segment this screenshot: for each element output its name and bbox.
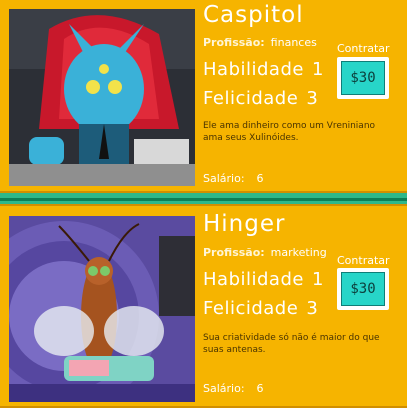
card-separator: [0, 193, 407, 204]
profession-line: Profissão: marketing: [203, 246, 327, 259]
candidate-name: Caspitol: [203, 2, 304, 28]
candidate-card-caspitol: Caspitol Profissão: finances Habilidade 1 …: [0, 0, 407, 193]
happiness-value: 3: [306, 88, 319, 109]
skill-label: Habilidade: [203, 59, 304, 80]
happiness-label: Felicidade: [203, 298, 299, 319]
skill-line: Habilidade 1: [203, 269, 324, 290]
happiness-line: Felicidade 3: [203, 88, 318, 109]
profession-label: Profissão:: [203, 246, 265, 259]
candidate-description: Ele ama dinheiro como um Vreniniano ama …: [203, 121, 376, 143]
candidate-name: Hinger: [203, 211, 286, 237]
salary-line: Salário: 6: [203, 172, 264, 185]
cockroach-marketer-icon: [9, 216, 195, 402]
candidate-description: Sua criatividade só não é maior do que s…: [203, 333, 380, 355]
happiness-line: Felicidade 3: [203, 298, 318, 319]
skill-line: Habilidade 1: [203, 59, 324, 80]
salary-label: Salário:: [203, 382, 245, 395]
profession-line: Profissão: finances: [203, 36, 317, 49]
profession-value: marketing: [270, 246, 327, 259]
hire-price: $30: [341, 61, 385, 95]
hire-label: Contratar: [337, 42, 390, 55]
blue-alien-banker-icon: [9, 9, 195, 186]
skill-value: 1: [311, 59, 324, 80]
profession-value: finances: [270, 36, 317, 49]
salary-line: Salário: 6: [203, 382, 264, 395]
salary-value: 6: [256, 172, 264, 185]
hire-price: $30: [341, 272, 385, 306]
happiness-label: Felicidade: [203, 88, 299, 109]
candidate-card-hinger: Hinger Profissão: marketing Habilidade 1 F…: [0, 204, 407, 408]
hire-button[interactable]: $30: [337, 57, 389, 99]
happiness-value: 3: [306, 298, 319, 319]
salary-value: 6: [256, 382, 264, 395]
hire-button[interactable]: $30: [337, 268, 389, 310]
salary-label: Salário:: [203, 172, 245, 185]
hire-label: Contratar: [337, 254, 390, 267]
skill-label: Habilidade: [203, 269, 304, 290]
profession-label: Profissão:: [203, 36, 265, 49]
skill-value: 1: [311, 269, 324, 290]
